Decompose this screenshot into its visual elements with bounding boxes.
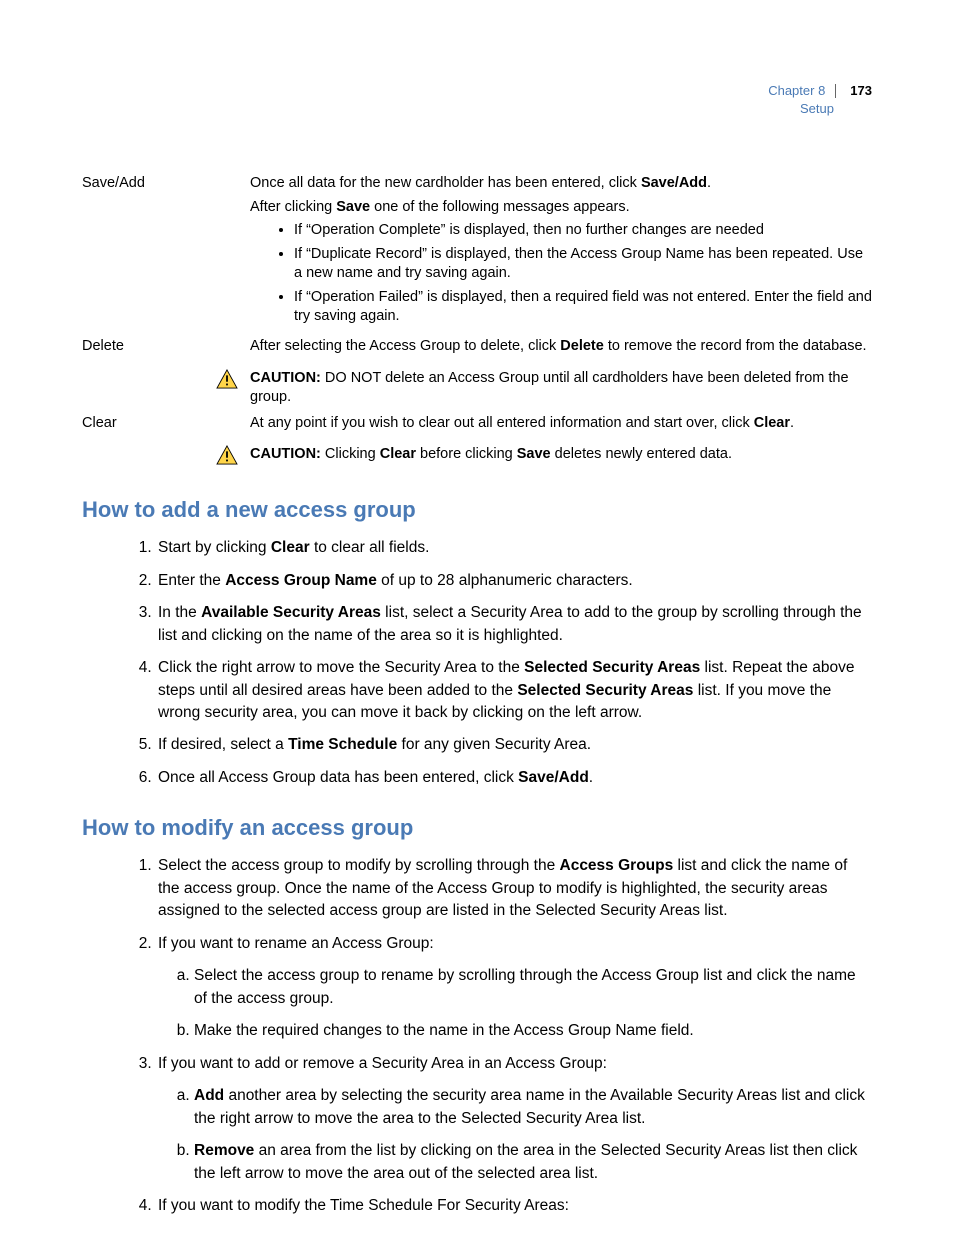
chapter-link[interactable]: Chapter 8 xyxy=(768,82,825,100)
def-row-clear: Clear At any point if you wish to clear … xyxy=(82,414,872,444)
list-item: Select the access group to modify by scr… xyxy=(156,855,872,922)
page-number: 173 xyxy=(850,82,872,100)
section-link[interactable]: Setup xyxy=(768,100,834,118)
add-steps-list: Start by clicking Clear to clear all fie… xyxy=(82,537,872,789)
body-text: At any point if you wish to clear out al… xyxy=(250,414,872,434)
list-item: If “Operation Complete” is displayed, th… xyxy=(294,221,872,241)
list-item: Remove an area from the list by clicking… xyxy=(194,1140,872,1185)
caution-text: CAUTION: DO NOT delete an Access Group u… xyxy=(250,369,872,408)
page-header: Chapter 8 173 Setup xyxy=(768,82,872,117)
caution-icon xyxy=(216,369,238,389)
def-row-delete: Delete After selecting the Access Group … xyxy=(82,337,872,367)
document-page: Chapter 8 173 Setup Save/Add Once all da… xyxy=(0,0,954,1235)
caution-icon xyxy=(216,445,238,465)
sub-list: Add another area by selecting the securi… xyxy=(158,1085,872,1185)
heading-modify-access-group: How to modify an access group xyxy=(82,815,872,841)
def-body: After selecting the Access Group to dele… xyxy=(250,337,872,367)
sub-list: Select the access group to rename by scr… xyxy=(158,965,872,1042)
list-item: If you want to add or remove a Security … xyxy=(156,1053,872,1185)
list-item: Once all Access Group data has been ente… xyxy=(156,767,872,789)
list-item: If “Duplicate Record” is displayed, then… xyxy=(294,245,872,284)
list-item: If desired, select a Time Schedule for a… xyxy=(156,734,872,756)
caution-text: CAUTION: Clicking Clear before clicking … xyxy=(250,445,872,465)
list-item: If you want to rename an Access Group: S… xyxy=(156,933,872,1043)
def-term: Clear xyxy=(82,414,250,444)
def-body: Once all data for the new cardholder has… xyxy=(250,174,872,337)
page-content: Save/Add Once all data for the new cardh… xyxy=(82,174,872,1218)
modify-steps-list: Select the access group to modify by scr… xyxy=(82,855,872,1217)
list-item: If “Operation Failed” is displayed, then… xyxy=(294,288,872,327)
list-item: Start by clicking Clear to clear all fie… xyxy=(156,537,872,559)
def-row-save-add: Save/Add Once all data for the new cardh… xyxy=(82,174,872,337)
caution-row: CAUTION: Clicking Clear before clicking … xyxy=(82,443,872,471)
list-item: Click the right arrow to move the Securi… xyxy=(156,657,872,724)
header-line-1: Chapter 8 173 xyxy=(768,82,872,100)
bullet-list: If “Operation Complete” is displayed, th… xyxy=(250,221,872,327)
body-text: After clicking Save one of the following… xyxy=(250,198,872,218)
def-term: Save/Add xyxy=(82,174,250,337)
list-item: If you want to modify the Time Schedule … xyxy=(156,1195,872,1217)
caution-row: CAUTION: DO NOT delete an Access Group u… xyxy=(82,367,872,414)
body-text: After selecting the Access Group to dele… xyxy=(250,337,872,357)
def-term: Delete xyxy=(82,337,250,367)
list-item: Select the access group to rename by scr… xyxy=(194,965,872,1010)
definition-table: Save/Add Once all data for the new cardh… xyxy=(82,174,872,471)
list-item: Add another area by selecting the securi… xyxy=(194,1085,872,1130)
heading-add-access-group: How to add a new access group xyxy=(82,497,872,523)
list-item: Enter the Access Group Name of up to 28 … xyxy=(156,570,872,592)
body-text: Once all data for the new cardholder has… xyxy=(250,174,872,194)
list-item: Make the required changes to the name in… xyxy=(194,1020,872,1042)
header-divider xyxy=(835,84,836,98)
list-item: In the Available Security Areas list, se… xyxy=(156,602,872,647)
def-body: At any point if you wish to clear out al… xyxy=(250,414,872,444)
